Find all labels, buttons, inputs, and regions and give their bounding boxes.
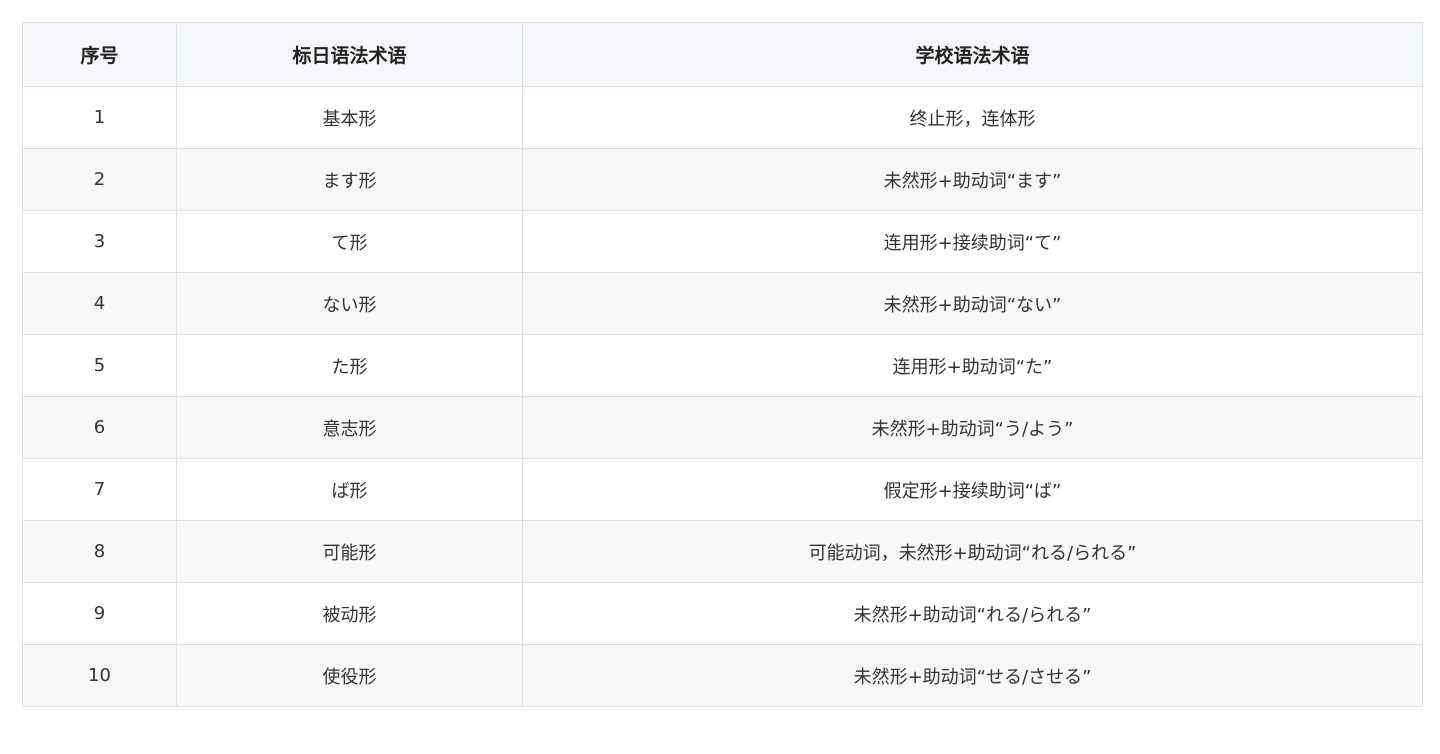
table-row: 5 た形 连用形+助动词“た” [22,334,1423,397]
table-row: 3 て形 连用形+接续助词“て” [22,210,1423,273]
table-row: 6 意志形 未然形+助动词“う/よう” [22,396,1423,459]
cell-standard-term: て形 [176,210,523,273]
cell-index: 1 [22,86,177,149]
cell-index: 7 [22,458,177,521]
cell-school-term: 未然形+助动词“ない” [522,272,1423,335]
cell-school-term: 可能动词，未然形+助动词“れる/られる” [522,520,1423,583]
cell-index: 3 [22,210,177,273]
header-standard-term: 标日语法术语 [176,22,523,87]
table-body: 1 基本形 终止形，连体形 2 ます形 未然形+助动词“ます” 3 て形 连用形… [22,86,1423,707]
table-row: 7 ば形 假定形+接续助词“ば” [22,458,1423,521]
cell-standard-term: 基本形 [176,86,523,149]
cell-school-term: 假定形+接续助词“ば” [522,458,1423,521]
cell-index: 9 [22,582,177,645]
table-row: 10 使役形 未然形+助动词“せる/させる” [22,644,1423,707]
table-row: 2 ます形 未然形+助动词“ます” [22,148,1423,211]
grammar-terms-table-container: 序号 标日语法术语 学校语法术语 1 基本形 终止形，连体形 2 ます形 未然形… [22,22,1423,707]
cell-standard-term: 可能形 [176,520,523,583]
cell-index: 6 [22,396,177,459]
cell-standard-term: ない形 [176,272,523,335]
header-school-term: 学校语法术语 [522,22,1423,87]
cell-school-term: 连用形+助动词“た” [522,334,1423,397]
cell-school-term: 终止形，连体形 [522,86,1423,149]
cell-school-term: 连用形+接续助词“て” [522,210,1423,273]
grammar-terms-table: 序号 标日语法术语 学校语法术语 1 基本形 终止形，连体形 2 ます形 未然形… [22,22,1423,707]
table-header: 序号 标日语法术语 学校语法术语 [22,22,1423,87]
cell-school-term: 未然形+助动词“ます” [522,148,1423,211]
cell-index: 2 [22,148,177,211]
table-row: 9 被动形 未然形+助动词“れる/られる” [22,582,1423,645]
cell-index: 4 [22,272,177,335]
cell-index: 5 [22,334,177,397]
cell-standard-term: た形 [176,334,523,397]
cell-standard-term: ます形 [176,148,523,211]
header-index: 序号 [22,22,177,87]
table-row: 8 可能形 可能动词，未然形+助动词“れる/られる” [22,520,1423,583]
table-row: 1 基本形 终止形，连体形 [22,86,1423,149]
cell-standard-term: 意志形 [176,396,523,459]
cell-standard-term: 被动形 [176,582,523,645]
cell-standard-term: 使役形 [176,644,523,707]
cell-standard-term: ば形 [176,458,523,521]
table-row: 4 ない形 未然形+助动词“ない” [22,272,1423,335]
cell-school-term: 未然形+助动词“れる/られる” [522,582,1423,645]
header-row: 序号 标日语法术语 学校语法术语 [22,22,1423,87]
cell-index: 10 [22,644,177,707]
cell-index: 8 [22,520,177,583]
cell-school-term: 未然形+助动词“せる/させる” [522,644,1423,707]
cell-school-term: 未然形+助动词“う/よう” [522,396,1423,459]
